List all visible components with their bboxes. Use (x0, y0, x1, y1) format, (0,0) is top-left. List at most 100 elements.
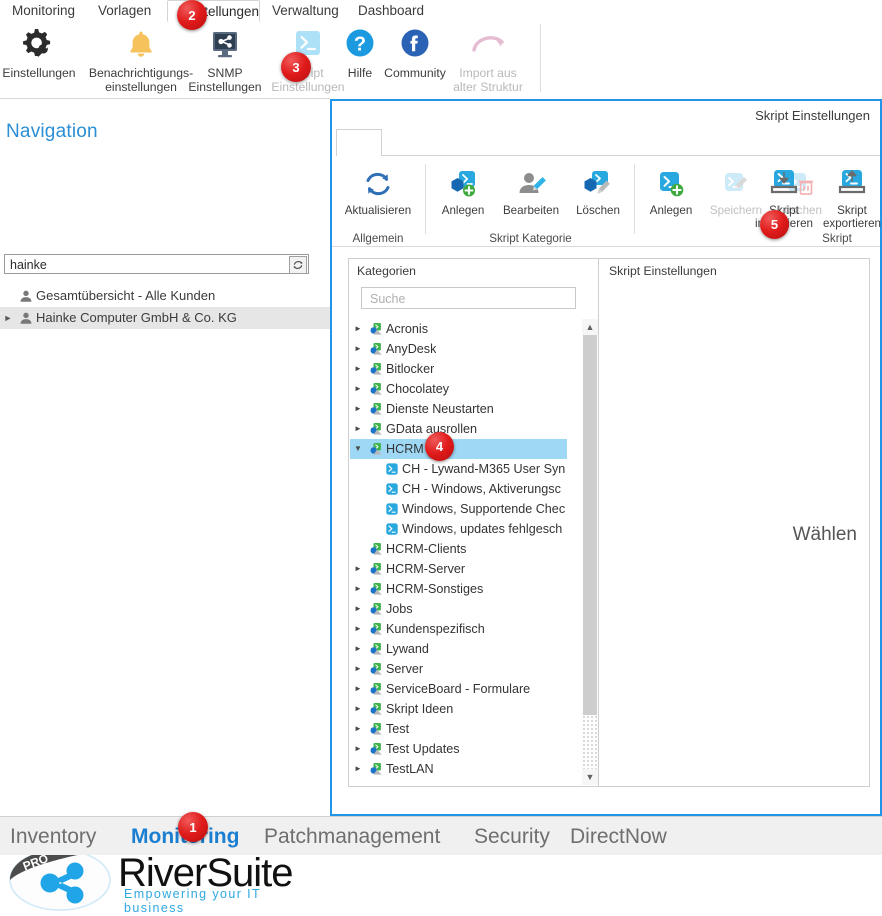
category-icon (366, 762, 386, 777)
chevron-right-icon[interactable]: ► (350, 619, 366, 639)
ribbon-tab-dashboard[interactable]: Dashboard (348, 0, 434, 22)
tree-node-hcrm-server[interactable]: ► HCRM-Server (350, 559, 585, 579)
bottom-tab-security[interactable]: Security (474, 825, 550, 849)
refresh-icon[interactable] (289, 256, 307, 274)
tree-node-dienste-neustarten[interactable]: ► Dienste Neustarten (350, 399, 585, 419)
tree-node-serviceboard-formulare[interactable]: ► ServiceBoard - Formulare (350, 679, 585, 699)
tree-node-test-updates[interactable]: ► Test Updates (350, 739, 585, 759)
category-icon (366, 562, 386, 577)
tree-node-server[interactable]: ► Server (350, 659, 585, 679)
tree-node-bitlocker[interactable]: ► Bitlocker (350, 359, 585, 379)
tree-node-label: ServiceBoard - Formulare (386, 682, 531, 696)
ribbon-button-einstellungen[interactable]: Einstellungen (0, 25, 82, 81)
chevron-right-icon[interactable]: ► (350, 359, 366, 379)
customer-icon (16, 311, 36, 325)
refresh-circular-icon (336, 164, 420, 204)
chevron-right-icon[interactable]: ► (350, 559, 366, 579)
nav-item-label: Gesamtübersicht - Alle Kunden (36, 288, 216, 303)
tree-node-hcrm-clients[interactable]: HCRM-Clients (350, 539, 585, 559)
category-icon (366, 662, 386, 677)
script-add-icon (640, 164, 702, 204)
toolbar-button-aktualisieren[interactable]: Aktualisieren (336, 164, 420, 218)
ribbon-tab-monitoring[interactable]: Monitoring (2, 0, 85, 22)
tree-node-test[interactable]: ► Test (350, 719, 585, 739)
tree-node-script-windows-supportende[interactable]: Windows, Supportende Chec (350, 499, 585, 519)
nav-item-hainke-computer[interactable]: ► Hainke Computer GmbH & Co. KG (0, 307, 330, 329)
tree-node-script-lywand-m365[interactable]: CH - Lywand-M365 User Syn (350, 459, 585, 479)
svg-text:?: ? (354, 34, 366, 56)
chevron-right-icon[interactable]: ► (350, 679, 366, 699)
chevron-right-icon[interactable]: ► (350, 739, 366, 759)
tree-node-label: Test (386, 722, 410, 736)
tree-node-jobs[interactable]: ► Jobs (350, 599, 585, 619)
categories-scrollbar[interactable]: ▲ ▼ (582, 319, 598, 785)
tree-node-label: Chocolatey (386, 382, 450, 396)
tree-node-skript-ideen[interactable]: ► Skript Ideen (350, 699, 585, 719)
scrollbar-thumb[interactable] (583, 335, 597, 715)
tree-node-testlan[interactable]: ► TestLAN (350, 759, 585, 779)
chevron-right-icon[interactable]: ► (350, 719, 366, 739)
annotation-marker-1: 1 (178, 812, 208, 842)
bottom-tab-patchmanagement[interactable]: Patchmanagement (264, 825, 440, 849)
navigation-search-input[interactable] (8, 255, 282, 275)
tree-node-script-windows-aktivierung[interactable]: CH - Windows, Aktiverungsc (350, 479, 585, 499)
tree-node-script-windows-updates[interactable]: Windows, updates fehlgesch (350, 519, 585, 539)
toolbar-button-label: Anlegen (441, 204, 485, 217)
tree-node-label: Test Updates (386, 742, 460, 756)
ribbon-tab-vorlagen[interactable]: Vorlagen (88, 0, 161, 22)
navigation-tree: Gesamtübersicht - Alle Kunden ► Hainke C… (0, 285, 330, 329)
categories-tree[interactable]: ► Acronis ► AnyDesk ► Bitlocker ► Chocolatey… (350, 319, 585, 785)
scroll-down-icon[interactable]: ▼ (582, 769, 598, 785)
categories-search-input[interactable] (368, 288, 572, 310)
chevron-right-icon[interactable]: ► (350, 759, 366, 779)
chevron-right-icon[interactable]: ► (350, 419, 366, 439)
tree-node-label: HCRM-Server (386, 562, 466, 576)
chevron-right-icon[interactable]: ► (350, 579, 366, 599)
tree-node-label: HCRM-Sonstiges (386, 582, 484, 596)
chevron-right-icon[interactable]: ► (350, 379, 366, 399)
category-icon (366, 442, 386, 457)
tree-node-acronis[interactable]: ► Acronis (350, 319, 585, 339)
category-icon (366, 382, 386, 397)
categories-search-box[interactable] (361, 287, 576, 310)
ribbon-tab-verwaltung[interactable]: Verwaltung (262, 0, 349, 22)
chevron-right-icon[interactable]: ► (350, 339, 366, 359)
chevron-right-icon[interactable]: ► (350, 659, 366, 679)
toolbar-button-skript-anlegen[interactable]: Anlegen (640, 164, 702, 218)
chevron-right-icon[interactable]: ► (350, 639, 366, 659)
chevron-right-icon[interactable]: ► (350, 399, 366, 419)
tree-node-gdata-ausrollen[interactable]: ► GData ausrollen (350, 419, 585, 439)
scroll-up-icon[interactable]: ▲ (582, 319, 598, 335)
chevron-down-icon[interactable]: ▼ (350, 439, 366, 459)
tree-node-lywand[interactable]: ► Lywand (350, 639, 585, 659)
gear-wrench-icon (0, 25, 82, 65)
toolbar-separator (425, 164, 426, 234)
tree-node-anydesk[interactable]: ► AnyDesk (350, 339, 585, 359)
nav-item-gesamtuebersicht[interactable]: Gesamtübersicht - Alle Kunden (0, 285, 330, 307)
chevron-right-icon[interactable]: ► (350, 699, 366, 719)
toolbar-button-kategorie-loeschen[interactable]: Löschen (567, 164, 629, 218)
category-icon (366, 582, 386, 597)
application-window: Monitoring Vorlagen Einstellungen Verwal… (0, 0, 882, 915)
bottom-tab-directnow[interactable]: DirectNow (570, 825, 667, 849)
tree-node-hcrm[interactable]: ▼ HCRM (350, 439, 567, 459)
chevron-right-icon[interactable]: ► (350, 319, 366, 339)
toolbar-button-kategorie-bearbeiten[interactable]: Bearbeiten (495, 164, 567, 218)
dialog-tab-start[interactable] (336, 129, 382, 156)
bottom-tab-inventory[interactable]: Inventory (10, 825, 96, 849)
chevron-right-icon[interactable]: ► (0, 307, 16, 329)
ribbon-button-snmp-einstellungen[interactable]: SNMP Einstellungen (181, 25, 269, 94)
navigation-search-box[interactable] (4, 254, 309, 275)
script-details-panel: Skript Einstellungen Wählen (598, 258, 870, 787)
tree-node-kundenspezifisch[interactable]: ► Kundenspezifisch (350, 619, 585, 639)
tree-node-hcrm-sonstiges[interactable]: ► HCRM-Sonstiges (350, 579, 585, 599)
tree-node-chocolatey[interactable]: ► Chocolatey (350, 379, 585, 399)
categories-panel: Kategorien ► Acronis ► AnyDesk ► Bitlocker … (348, 258, 600, 787)
ribbon-button-benachrichtigungseinstellungen[interactable]: Benachrichtigungs- einstellungen (86, 25, 196, 94)
toolbar-button-skript-exportieren[interactable]: Skript exportieren (810, 164, 882, 230)
toolbar-button-kategorie-anlegen[interactable]: Anlegen (432, 164, 494, 218)
chevron-right-icon[interactable]: ► (350, 599, 366, 619)
bottom-navigation-bar: Inventory Monitoring Patchmanagement Sec… (0, 816, 882, 855)
category-icon (366, 642, 386, 657)
script-icon (382, 462, 402, 476)
